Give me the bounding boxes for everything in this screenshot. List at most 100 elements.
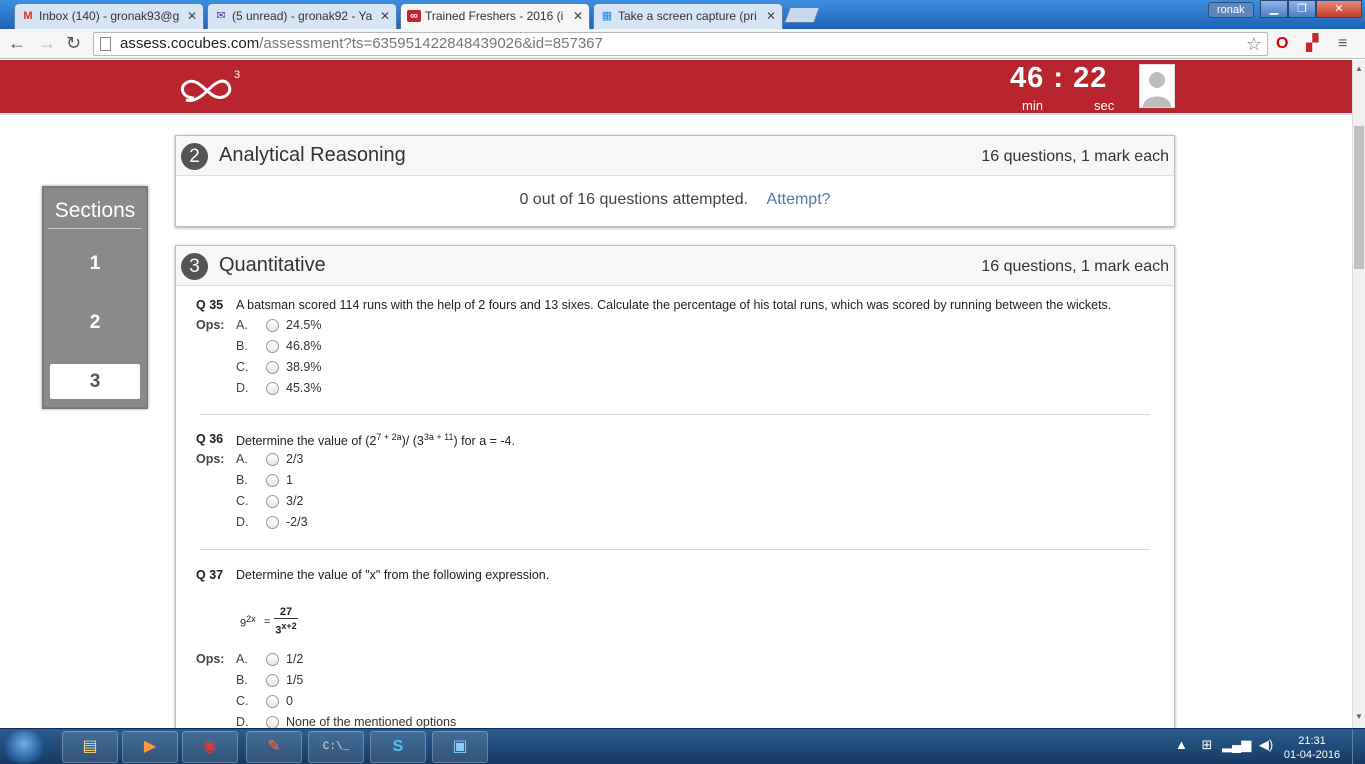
section-header: 3 Quantitative 16 questions, 1 mark each bbox=[176, 246, 1174, 286]
option-text[interactable]: 38.9% bbox=[286, 360, 321, 374]
section-item-1[interactable]: 1 bbox=[50, 246, 140, 281]
option-text[interactable]: 0 bbox=[286, 694, 293, 708]
tab-screen-capture[interactable]: ▦ Take a screen capture (pri ✕ bbox=[593, 3, 783, 29]
tab-cocubes[interactable]: ∞ Trained Freshers - 2016 (i ✕ bbox=[400, 3, 590, 29]
tab-title: Trained Freshers - 2016 (i bbox=[425, 9, 564, 23]
system-tray: ▲ ⊞ ▂▄▆ ◀) bbox=[1175, 737, 1273, 753]
close-icon[interactable]: ✕ bbox=[380, 9, 390, 23]
timer-min-label: min bbox=[1022, 98, 1043, 113]
network-icon[interactable]: ⊞ bbox=[1202, 737, 1213, 752]
expr-equals: = bbox=[264, 616, 271, 628]
option-radio-d[interactable] bbox=[266, 382, 279, 395]
question-36: Q 36 Determine the value of (27 + 2a)/ (… bbox=[196, 432, 1156, 536]
option-text[interactable]: 45.3% bbox=[286, 381, 321, 395]
menu-icon[interactable]: ≡ bbox=[1338, 34, 1347, 54]
option-text[interactable]: 2/3 bbox=[286, 452, 303, 466]
question-divider bbox=[200, 414, 1150, 415]
timer-minutes: 46 bbox=[1010, 62, 1045, 94]
option-text[interactable]: 1/5 bbox=[286, 673, 303, 687]
bookmark-star-icon[interactable]: ☆ bbox=[1246, 33, 1262, 55]
skype-icon[interactable]: S bbox=[370, 731, 426, 763]
scroll-down-icon[interactable]: ▼ bbox=[1355, 712, 1363, 721]
scroll-up-icon[interactable]: ▲ bbox=[1355, 64, 1363, 73]
tab-title: Take a screen capture (pri bbox=[618, 9, 757, 23]
section-number: 2 bbox=[181, 143, 208, 170]
cocubes-icon: ∞ bbox=[407, 10, 421, 22]
reload-icon[interactable]: ↻ bbox=[66, 33, 81, 53]
tab-gmail[interactable]: M Inbox (140) - gronak93@g ✕ bbox=[14, 3, 204, 29]
cmd-icon[interactable]: C:\_ bbox=[308, 731, 364, 763]
option-letter: B. bbox=[236, 673, 248, 687]
option-letter: B. bbox=[236, 473, 248, 487]
address-bar[interactable]: assess.cocubes.com/assessment?ts=6359514… bbox=[93, 32, 1268, 56]
window-controls: ▁ ❐ ✕ bbox=[1260, 0, 1362, 18]
header-shadow bbox=[0, 113, 1352, 115]
option-text[interactable]: 1 bbox=[286, 473, 293, 487]
option-radio-b[interactable] bbox=[266, 674, 279, 687]
close-icon[interactable]: ✕ bbox=[573, 9, 583, 23]
extension-icon[interactable]: ▞ bbox=[1306, 34, 1318, 54]
close-window-icon[interactable]: ✕ bbox=[1316, 0, 1362, 18]
option-radio-a[interactable] bbox=[266, 453, 279, 466]
option-radio-c[interactable] bbox=[266, 695, 279, 708]
clock[interactable]: 21:31 01-04-2016 bbox=[1280, 734, 1344, 762]
opera-icon[interactable]: O bbox=[1276, 34, 1288, 54]
option-text[interactable]: 1/2 bbox=[286, 652, 303, 666]
explorer-icon[interactable]: ▤ bbox=[62, 731, 118, 763]
option-letter: A. bbox=[236, 452, 248, 466]
close-icon[interactable]: ✕ bbox=[766, 9, 776, 23]
attempt-link[interactable]: Attempt? bbox=[767, 191, 831, 208]
tab-yahoo-mail[interactable]: ✉ (5 unread) - gronak92 - Ya ✕ bbox=[207, 3, 397, 29]
question-35: Q 35 A batsman scored 114 runs with the … bbox=[196, 298, 1156, 402]
show-desktop-button[interactable] bbox=[1352, 729, 1365, 764]
show-hidden-icons-icon[interactable]: ▲ bbox=[1175, 737, 1188, 752]
tab-title: (5 unread) - gronak92 - Ya bbox=[232, 9, 373, 23]
section-item-3[interactable]: 3 bbox=[50, 364, 140, 399]
volume-icon[interactable]: ◀) bbox=[1259, 737, 1273, 752]
avatar[interactable] bbox=[1139, 64, 1175, 108]
option-text[interactable]: -2/3 bbox=[286, 515, 308, 529]
back-icon[interactable]: ← bbox=[8, 33, 26, 53]
option-text[interactable]: 46.8% bbox=[286, 339, 321, 353]
section-panel-quantitative: 3 Quantitative 16 questions, 1 mark each… bbox=[175, 245, 1175, 745]
timer-seconds: 22 bbox=[1073, 62, 1108, 94]
section-item-2[interactable]: 2 bbox=[50, 305, 140, 340]
option-text[interactable]: 3/2 bbox=[286, 494, 303, 508]
close-icon[interactable]: ✕ bbox=[187, 9, 197, 23]
expr-denominator: 3x+2 bbox=[274, 621, 298, 637]
question-text: A batsman scored 114 runs with the help … bbox=[236, 298, 1112, 312]
option-radio-a[interactable] bbox=[266, 319, 279, 332]
option-radio-d[interactable] bbox=[266, 516, 279, 529]
chrome-icon[interactable]: ◉ bbox=[182, 731, 238, 763]
option-radio-b[interactable] bbox=[266, 474, 279, 487]
option-letter: C. bbox=[236, 494, 249, 508]
section-meta: 16 questions, 1 mark each bbox=[981, 258, 1169, 276]
media-player-icon[interactable]: ▶ bbox=[122, 731, 178, 763]
user-silhouette-icon bbox=[1143, 72, 1171, 107]
gmail-icon: M bbox=[23, 10, 33, 22]
question-text-part: )/ (3 bbox=[401, 434, 424, 449]
forward-icon[interactable]: → bbox=[38, 33, 56, 53]
question-text: Determine the value of (27 + 2a)/ (33a +… bbox=[236, 432, 515, 448]
option-radio-a[interactable] bbox=[266, 653, 279, 666]
option-text[interactable]: None of the mentioned options bbox=[286, 715, 456, 729]
options-list: Ops: A. 24.5% B. 46.8% C. 38.9% D. 45.3% bbox=[196, 318, 1156, 402]
restore-icon[interactable]: ❐ bbox=[1288, 0, 1316, 18]
page-scrollbar[interactable]: ▲ ▼ bbox=[1352, 60, 1365, 728]
profile-button[interactable]: ronak bbox=[1208, 2, 1254, 18]
question-number: Q 35 bbox=[196, 298, 224, 312]
option-text[interactable]: 24.5% bbox=[286, 318, 321, 332]
scroll-thumb[interactable] bbox=[1354, 126, 1364, 269]
signal-icon[interactable]: ▂▄▆ bbox=[1222, 737, 1251, 752]
new-tab-button[interactable] bbox=[784, 7, 820, 23]
option-radio-c[interactable] bbox=[266, 361, 279, 374]
screenshot-app-icon[interactable]: ▣ bbox=[432, 731, 488, 763]
timer: 46 : 22 min sec bbox=[1010, 62, 1130, 113]
start-button[interactable] bbox=[4, 730, 44, 764]
option-letter: A. bbox=[236, 318, 248, 332]
minimize-icon[interactable]: ▁ bbox=[1260, 0, 1288, 18]
option-radio-c[interactable] bbox=[266, 495, 279, 508]
option-radio-b[interactable] bbox=[266, 340, 279, 353]
eraser-app-icon[interactable]: ✎ bbox=[246, 731, 302, 763]
attempt-status: 0 out of 16 questions attempted. bbox=[519, 191, 749, 208]
